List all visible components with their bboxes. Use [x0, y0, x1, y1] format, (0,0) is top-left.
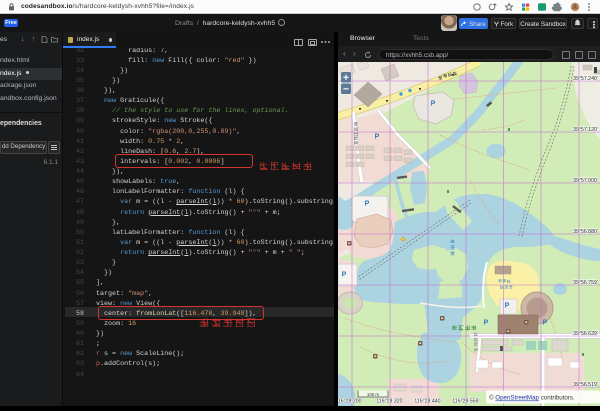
svg-text:P: P [543, 320, 548, 327]
svg-text:P: P [365, 201, 370, 208]
svg-text:39°57.120’: 39°57.120’ [573, 127, 598, 133]
svg-text:116°28.559’: 116°28.559’ [452, 399, 479, 405]
svg-text:© OpenStreetMap contributors.: © OpenStreetMap contributors. [489, 395, 575, 402]
svg-text:39°57.000’: 39°57.000’ [573, 178, 598, 184]
svg-text:P: P [431, 101, 436, 108]
svg-text:P: P [505, 303, 510, 310]
svg-text:116°28.200’: 116°28.200’ [338, 399, 363, 405]
svg-text:39°56.759’: 39°56.759’ [573, 280, 598, 286]
svg-text:P: P [342, 272, 347, 279]
svg-text:P: P [484, 320, 489, 327]
svg-text:100 m: 100 m [367, 392, 380, 397]
svg-text:39°56.519’: 39°56.519’ [573, 382, 598, 388]
svg-text:116°28.440’: 116°28.440’ [414, 399, 441, 405]
svg-text:39°56.639’: 39°56.639’ [573, 331, 598, 337]
svg-text:39°56.880’: 39°56.880’ [573, 229, 598, 235]
svg-text:116°28.320’: 116°28.320’ [376, 399, 403, 405]
svg-text:P: P [375, 134, 380, 141]
svg-text:39°57.240’: 39°57.240’ [573, 76, 598, 82]
